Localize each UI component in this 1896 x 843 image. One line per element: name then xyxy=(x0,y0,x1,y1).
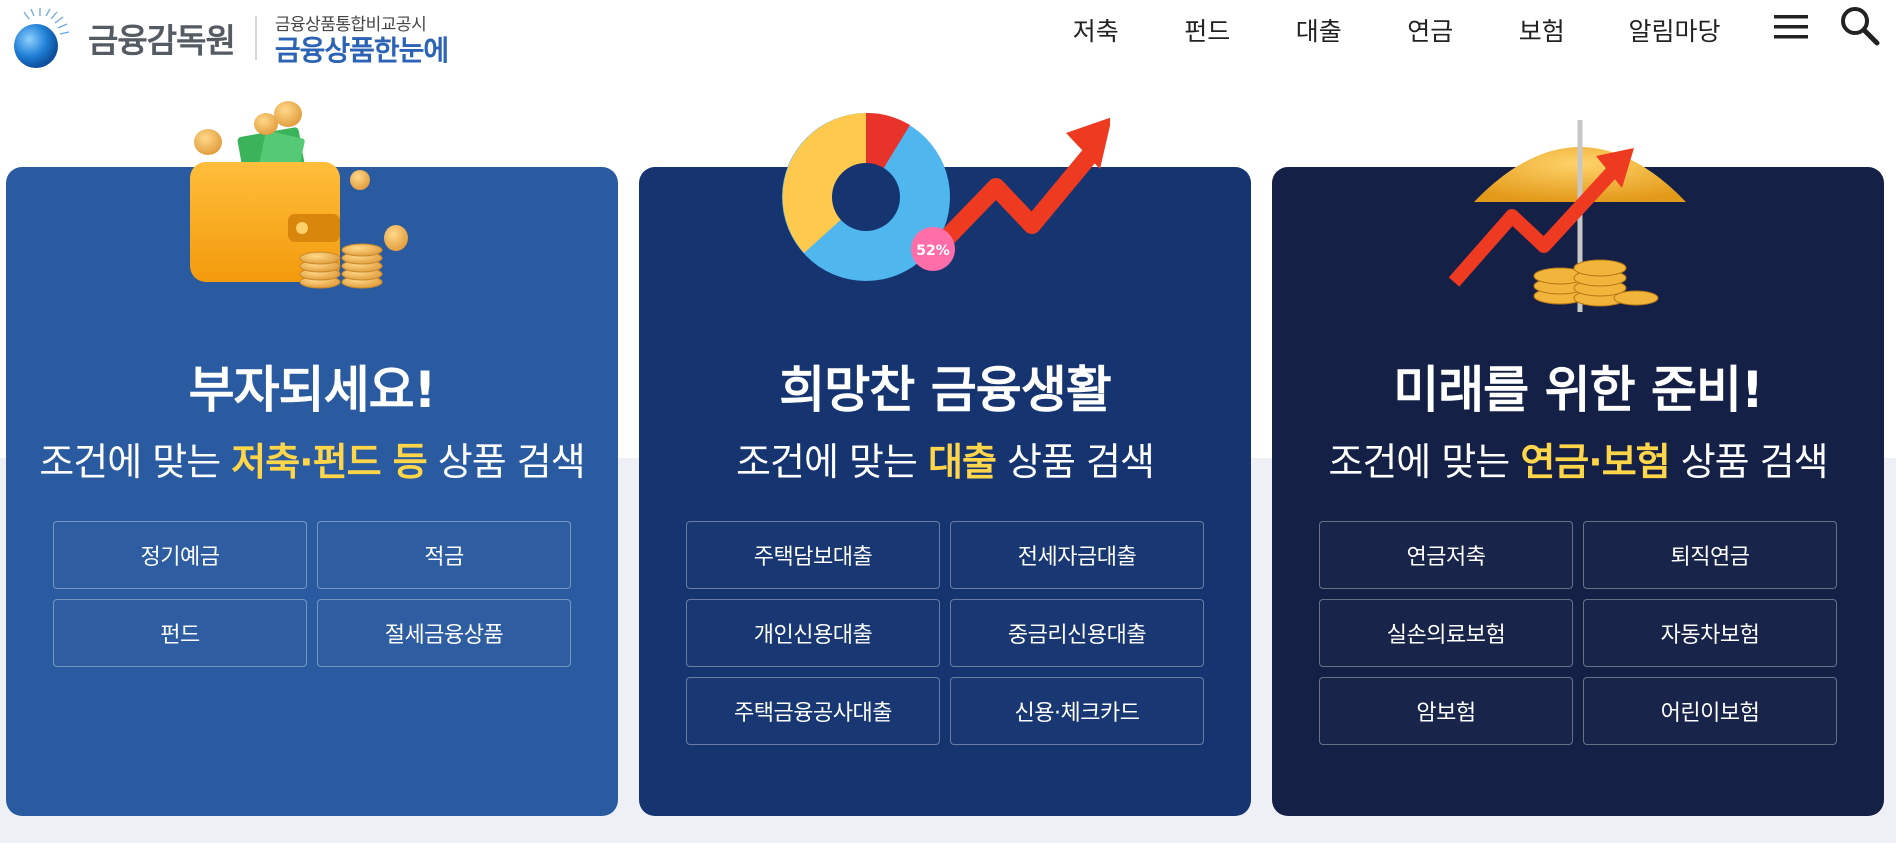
card-sub-suffix: 상품 검색 xyxy=(995,440,1155,484)
logo-sub-top: 금융상품통합비교공시 xyxy=(274,14,427,35)
btn-mid-rate-credit-loan[interactable]: 중금리신용대출 xyxy=(950,599,1204,667)
wallet-coins-icon xyxy=(170,92,510,322)
nav-item-loan[interactable]: 대출 xyxy=(1263,14,1375,50)
card-sub-highlight: 연금·보험 xyxy=(1520,440,1670,484)
nav-item-fund[interactable]: 펀드 xyxy=(1152,14,1264,50)
nav-item-insurance[interactable]: 보험 xyxy=(1486,14,1598,50)
nav-item-notice[interactable]: 알림마당 xyxy=(1598,14,1752,50)
pie-chart-arrow-icon: 52% xyxy=(770,95,1112,325)
btn-mortgage-loan[interactable]: 주택담보대출 xyxy=(686,521,940,589)
card-title: 희망찬 금융생활 xyxy=(779,361,1111,419)
card-sub-suffix: 상품 검색 xyxy=(426,440,586,484)
card-subtitle: 조건에 맞는 대출 상품 검색 xyxy=(639,431,1251,486)
card-sub-highlight: 대출 xyxy=(928,440,997,484)
card-sub-prefix: 조건에 맞는 xyxy=(39,440,232,484)
button-grid: 주택담보대출 전세자금대출 개인신용대출 중금리신용대출 주택금융공사대출 신용… xyxy=(686,521,1204,745)
search-icon[interactable] xyxy=(1838,4,1882,48)
btn-personal-credit-loan[interactable]: 개인신용대출 xyxy=(686,599,940,667)
btn-auto-insurance[interactable]: 자동차보험 xyxy=(1583,599,1837,667)
btn-cancer-insurance[interactable]: 암보험 xyxy=(1319,677,1573,745)
card-subtitle: 조건에 맞는 저축·펀드 등 상품 검색 xyxy=(6,431,618,486)
card-sub-prefix: 조건에 맞는 xyxy=(1328,440,1521,484)
card-sub-highlight: 저축·펀드 등 xyxy=(231,440,427,484)
logo-subtitle: 금융상품통합비교공시 금융상품한눈에 xyxy=(274,10,449,67)
btn-tax-saving-products[interactable]: 절세금융상품 xyxy=(317,599,571,667)
card-sub-suffix: 상품 검색 xyxy=(1669,440,1829,484)
nav-item-pension[interactable]: 연금 xyxy=(1375,14,1487,50)
nav-item-savings[interactable]: 저축 xyxy=(1040,14,1152,50)
btn-fund[interactable]: 펀드 xyxy=(53,599,307,667)
card-subtitle: 조건에 맞는 연금·보험 상품 검색 xyxy=(1272,431,1884,486)
hamburger-menu-icon[interactable] xyxy=(1772,12,1810,42)
button-grid: 연금저축 퇴직연금 실손의료보험 자동차보험 암보험 어린이보험 xyxy=(1319,521,1837,745)
site-logo[interactable]: 금융감독원 금융상품통합비교공시 금융상품한눈에 xyxy=(10,6,449,70)
logo-name: 금융감독원 xyxy=(88,21,236,60)
card-title: 미래를 위한 준비! xyxy=(1393,361,1764,419)
btn-indemnity-insurance[interactable]: 실손의료보험 xyxy=(1319,599,1573,667)
btn-child-insurance[interactable]: 어린이보험 xyxy=(1583,677,1837,745)
btn-jeonse-loan[interactable]: 전세자금대출 xyxy=(950,521,1204,589)
btn-time-deposit[interactable]: 정기예금 xyxy=(53,521,307,589)
logo-divider xyxy=(254,16,257,60)
btn-hf-loan[interactable]: 주택금융공사대출 xyxy=(686,677,940,745)
logo-sub-main: 금융상품한눈에 xyxy=(274,33,449,67)
btn-pension-savings[interactable]: 연금저축 xyxy=(1319,521,1573,589)
btn-retirement-pension[interactable]: 퇴직연금 xyxy=(1583,521,1837,589)
card-sub-prefix: 조건에 맞는 xyxy=(736,440,929,484)
umbrella-coins-icon xyxy=(1440,112,1780,342)
site-header: 금융감독원 금융상품통합비교공시 금융상품한눈에 저축 펀드 대출 연금 보험 … xyxy=(0,0,1896,78)
button-grid: 정기예금 적금 펀드 절세금융상품 xyxy=(53,521,571,667)
pie-badge-text: 52% xyxy=(916,243,950,259)
btn-credit-check-card[interactable]: 신용·체크카드 xyxy=(950,677,1204,745)
card-title: 부자되세요! xyxy=(188,361,437,419)
fss-logo-icon xyxy=(10,6,72,70)
main-nav: 저축 펀드 대출 연금 보험 알림마당 xyxy=(1040,14,1752,50)
btn-installment-savings[interactable]: 적금 xyxy=(317,521,571,589)
